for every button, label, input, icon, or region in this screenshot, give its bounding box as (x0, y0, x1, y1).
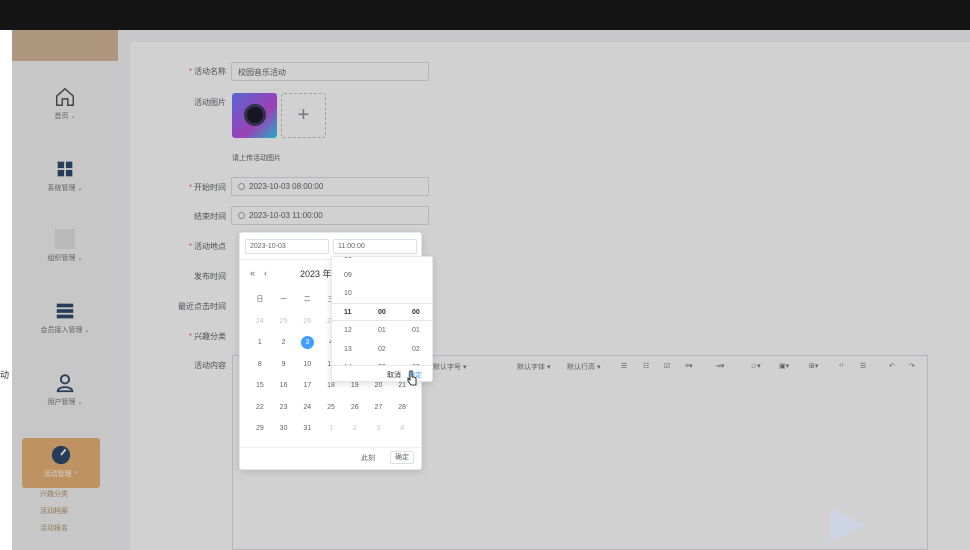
date-confirm-button[interactable]: 确定 (390, 451, 414, 464)
prev-year-button[interactable]: « (250, 268, 255, 278)
time-option[interactable]: 02 (378, 341, 411, 360)
calendar-week-row: 29 30 31 1 2 3 4 (248, 421, 414, 443)
time-option[interactable]: 13 (344, 341, 377, 360)
calendar-day[interactable]: 3 (295, 335, 319, 357)
time-cancel-button[interactable]: 取消 (387, 370, 401, 380)
time-option[interactable]: 08 (344, 257, 377, 267)
calendar-day[interactable]: 28 (390, 400, 414, 422)
calendar-day[interactable]: 1 (248, 335, 272, 357)
calendar-day[interactable]: 29 (248, 421, 272, 443)
calendar-day[interactable]: 2 (272, 335, 296, 357)
minutes-column[interactable]: 00010203 (378, 257, 411, 378)
time-option[interactable]: 10 (344, 285, 377, 304)
time-option[interactable] (412, 267, 432, 286)
calendar-day[interactable]: 3 (367, 421, 391, 443)
seconds-column[interactable]: 00010203 (412, 257, 432, 378)
time-picker: 08091011121314 00010203 00010203 取消 确定 (331, 256, 433, 382)
left-window-edge: 动 (0, 30, 12, 550)
calendar-day[interactable]: 15 (248, 378, 272, 400)
calendar-day[interactable]: 27 (367, 400, 391, 422)
prev-month-button[interactable]: ‹ (264, 268, 267, 278)
calendar-day[interactable]: 23 (272, 400, 296, 422)
time-option[interactable] (412, 285, 432, 304)
calendar-day[interactable]: 9 (272, 357, 296, 379)
picker-time-input[interactable]: 11:00:00 (333, 239, 417, 254)
modal-dim-overlay (12, 30, 970, 550)
calendar-day[interactable]: 26 (295, 314, 319, 336)
calendar-day[interactable]: 4 (390, 421, 414, 443)
calendar-day[interactable]: 22 (248, 400, 272, 422)
time-option[interactable]: 00 (412, 304, 432, 323)
time-option[interactable] (378, 285, 411, 304)
calendar-day[interactable]: 10 (295, 357, 319, 379)
calendar-day[interactable]: 8 (248, 357, 272, 379)
calendar-day[interactable]: 30 (272, 421, 296, 443)
calendar-day[interactable]: 2 (343, 421, 367, 443)
time-option[interactable] (378, 267, 411, 286)
time-option[interactable]: 01 (412, 322, 432, 341)
time-option[interactable] (412, 257, 432, 267)
calendar-day[interactable]: 24 (248, 314, 272, 336)
month-title: 2023 年 (300, 269, 332, 279)
hand-cursor-icon (407, 370, 417, 386)
time-picker-footer: 取消 确定 (332, 365, 432, 381)
calendar-day[interactable]: 25 (319, 400, 343, 422)
calendar-day[interactable]: 1 (319, 421, 343, 443)
calendar-week-row: 22 23 24 25 26 27 28 (248, 400, 414, 422)
calendar-day[interactable]: 17 (295, 378, 319, 400)
window-top-bar (0, 0, 970, 30)
time-option[interactable]: 12 (344, 322, 377, 341)
weekday: 日 (256, 296, 264, 303)
calendar-day[interactable]: 25 (272, 314, 296, 336)
picker-date-input[interactable]: 2023-10-03 (245, 239, 329, 254)
time-option[interactable]: 01 (378, 322, 411, 341)
time-option[interactable]: 00 (378, 304, 411, 323)
calendar-day[interactable]: 24 (295, 400, 319, 422)
calendar-day[interactable]: 26 (343, 400, 367, 422)
divider (240, 447, 421, 448)
hours-column[interactable]: 08091011121314 (344, 257, 377, 378)
weekday: 二 (303, 296, 311, 303)
time-option[interactable]: 11 (344, 304, 377, 323)
time-option[interactable] (378, 257, 411, 267)
edge-text: 动 (0, 370, 10, 380)
calendar-day[interactable]: 16 (272, 378, 296, 400)
time-option[interactable]: 09 (344, 267, 377, 286)
now-button[interactable]: 此刻 (361, 453, 375, 463)
calendar-day[interactable]: 31 (295, 421, 319, 443)
weekday: 一 (280, 296, 288, 303)
time-option[interactable]: 02 (412, 341, 432, 360)
watermark-logo (830, 508, 866, 542)
